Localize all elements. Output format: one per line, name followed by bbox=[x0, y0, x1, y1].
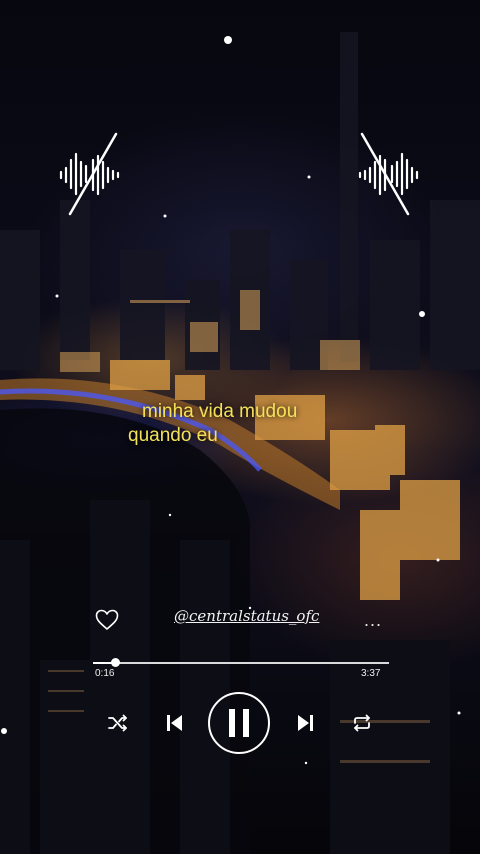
total-time: 3:37 bbox=[361, 668, 381, 679]
lyrics-caption: minha vida mudou quando eu bbox=[128, 400, 297, 448]
elapsed-time: 0:16 bbox=[95, 668, 115, 679]
sound-wave-icon-right bbox=[358, 132, 419, 216]
lyrics-line-2: quando eu bbox=[128, 425, 218, 446]
sound-wave-icon-left bbox=[59, 132, 120, 216]
pause-icon bbox=[229, 709, 249, 737]
heart-icon[interactable] bbox=[95, 609, 119, 631]
previous-button[interactable] bbox=[162, 710, 186, 736]
next-button[interactable] bbox=[294, 710, 318, 736]
progress-thumb[interactable] bbox=[110, 658, 120, 667]
skip-previous-icon bbox=[167, 715, 182, 731]
video-background: minha vida mudou quando eu @centralstatu… bbox=[0, 0, 480, 854]
progress-slider[interactable] bbox=[93, 658, 389, 667]
lyrics-line-1: minha vida mudou bbox=[142, 401, 298, 422]
repeat-icon bbox=[354, 714, 370, 732]
shuffle-icon bbox=[108, 714, 127, 732]
shuffle-button[interactable] bbox=[106, 712, 130, 734]
play-pause-button[interactable] bbox=[208, 692, 270, 754]
more-options-button[interactable]: ... bbox=[364, 610, 382, 631]
skip-next-icon bbox=[298, 715, 313, 731]
channel-handle[interactable]: @centralstatus_ofc bbox=[174, 607, 319, 625]
repeat-button[interactable] bbox=[350, 711, 374, 735]
